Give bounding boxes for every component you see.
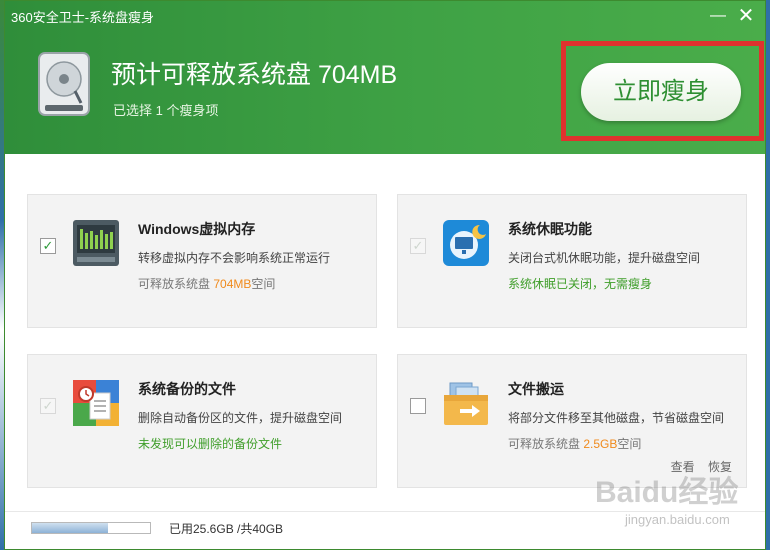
item-status: 可释放系统盘 2.5GB空间: [508, 437, 642, 451]
item-card-hibernate: ✓ 系统休眠功能 关闭台式机休眠功能，提升磁盘空间 系统休眠已关闭，无需瘦身: [397, 194, 747, 328]
watermark-url: jingyan.baidu.com: [625, 512, 730, 527]
hibernate-icon: [443, 220, 489, 266]
disk-slim-window: 360安全卫士-系统盘瘦身 — ✕ 预计可释放系统盘 704MB 已选择 1 个…: [4, 0, 766, 550]
item-desc: 删除自动备份区的文件，提升磁盘空间: [138, 411, 343, 425]
selected-count: 已选择 1 个瘦身项: [113, 103, 219, 118]
item-title: Windows虚拟内存: [138, 221, 256, 237]
minimize-button[interactable]: —: [705, 3, 731, 29]
file-move-icon: [444, 382, 488, 425]
backup-files-icon: [73, 380, 119, 426]
disk-usage-text: 已用25.6GB /共40GB: [169, 522, 284, 536]
header-banner: 360安全卫士-系统盘瘦身 — ✕ 预计可释放系统盘 704MB 已选择 1 个…: [5, 1, 765, 154]
slim-now-button[interactable]: 立即瘦身: [581, 63, 741, 121]
disk-usage-fill: [32, 523, 108, 533]
item-status: 未发现可以删除的备份文件: [138, 437, 283, 451]
item-title: 系统休眠功能: [508, 221, 592, 237]
item-checkbox[interactable]: ✓: [40, 238, 56, 254]
item-card-virtual-memory[interactable]: ✓ Windows虚拟内存 转移虚拟内存不会影响系统正常运行 可释放系统盘 70…: [27, 194, 377, 328]
item-desc: 将部分文件移至其他磁盘，节省磁盘空间: [508, 411, 725, 425]
item-card-backup-files: ✓ 系统备份的文件 删除自动备份区的文件，提升磁盘空间 未发现可以删除的备份文件: [27, 354, 377, 488]
item-desc: 转移虚拟内存不会影响系统正常运行: [138, 251, 331, 265]
item-desc: 关闭台式机休眠功能，提升磁盘空间: [508, 251, 701, 265]
item-checkbox: ✓: [40, 398, 56, 414]
disk-usage-bar: [31, 522, 151, 534]
headline: 预计可释放系统盘 704MB: [111, 61, 398, 89]
item-checkbox[interactable]: [410, 398, 426, 414]
item-checkbox: ✓: [410, 238, 426, 254]
watermark-logo: Baidu经验: [595, 476, 739, 509]
item-status: 系统休眠已关闭，无需瘦身: [508, 277, 653, 291]
hard-disk-icon: [38, 52, 90, 116]
release-size: 2.5GB: [583, 437, 618, 451]
close-button[interactable]: ✕: [733, 3, 759, 29]
item-title: 系统备份的文件: [138, 381, 236, 397]
virtual-memory-icon: [73, 220, 119, 266]
window-title: 360安全卫士-系统盘瘦身: [11, 10, 155, 25]
item-status: 可释放系统盘 704MB空间: [138, 277, 276, 291]
item-title: 文件搬运: [508, 381, 564, 397]
release-size: 704MB: [213, 277, 252, 291]
